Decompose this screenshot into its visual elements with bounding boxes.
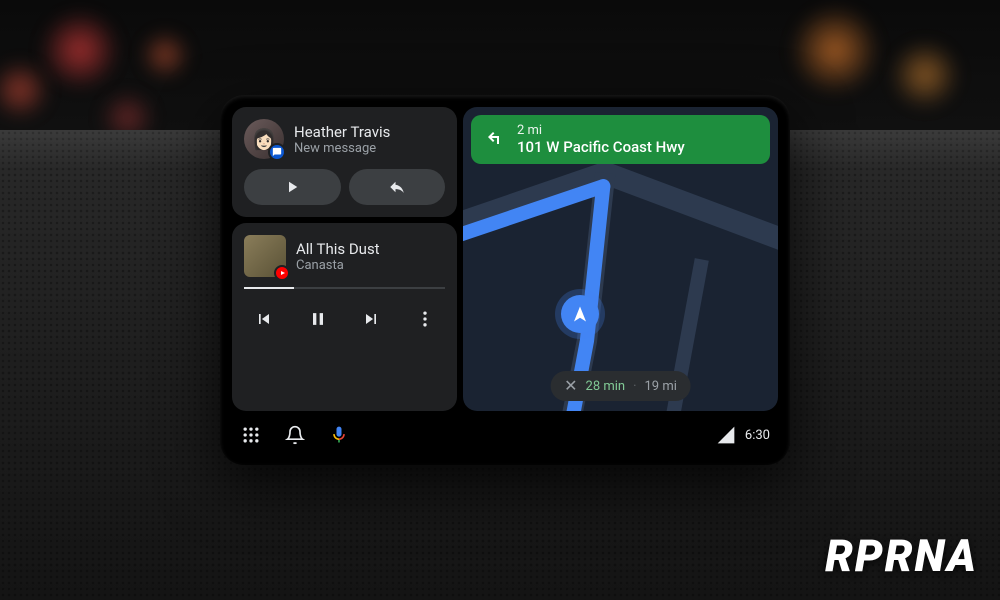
close-icon[interactable]: ✕ [564,378,577,394]
media-player-card[interactable]: All This Dust Canasta [232,223,457,411]
navigation-road-name: 101 W Pacific Coast Hwy [517,138,758,156]
reply-button[interactable] [349,169,446,205]
signal-icon [715,424,737,446]
message-notification-card[interactable]: 👩🏻 Heather Travis New message [232,107,457,217]
next-track-button[interactable] [353,301,389,337]
message-sender: Heather Travis [294,123,445,141]
watermark-corner: RPRNA [825,530,978,582]
system-bar: 6:30 [232,411,778,453]
avatar: 👩🏻 [244,119,284,159]
playback-progress[interactable] [244,287,445,289]
app-launcher-button[interactable] [240,424,262,446]
notifications-button[interactable] [284,424,306,446]
navigation-map[interactable]: 2 mi 101 W Pacific Coast Hwy ✕ 28 min · … [463,107,778,411]
track-artist: Canasta [296,258,445,273]
pause-button[interactable] [300,301,336,337]
message-subtitle: New message [294,141,445,156]
eta-summary-pill[interactable]: ✕ 28 min · 19 mi [550,371,691,401]
messages-icon [268,143,286,161]
turn-left-icon [483,126,507,154]
album-art [244,235,286,277]
voice-assistant-button[interactable] [328,424,350,446]
navigation-direction-banner[interactable]: 2 mi 101 W Pacific Coast Hwy [471,115,770,164]
android-auto-screen: 👩🏻 Heather Travis New message [220,95,790,465]
eta-distance: 19 mi [644,379,676,394]
track-title: All This Dust [296,240,445,258]
clock: 6:30 [745,428,770,443]
play-message-button[interactable] [244,169,341,205]
more-options-button[interactable] [407,301,443,337]
previous-track-button[interactable] [246,301,282,337]
current-location-marker [561,295,599,333]
navigation-distance: 2 mi [517,123,758,138]
youtube-music-icon [274,265,290,281]
eta-time: 28 min [586,379,626,394]
